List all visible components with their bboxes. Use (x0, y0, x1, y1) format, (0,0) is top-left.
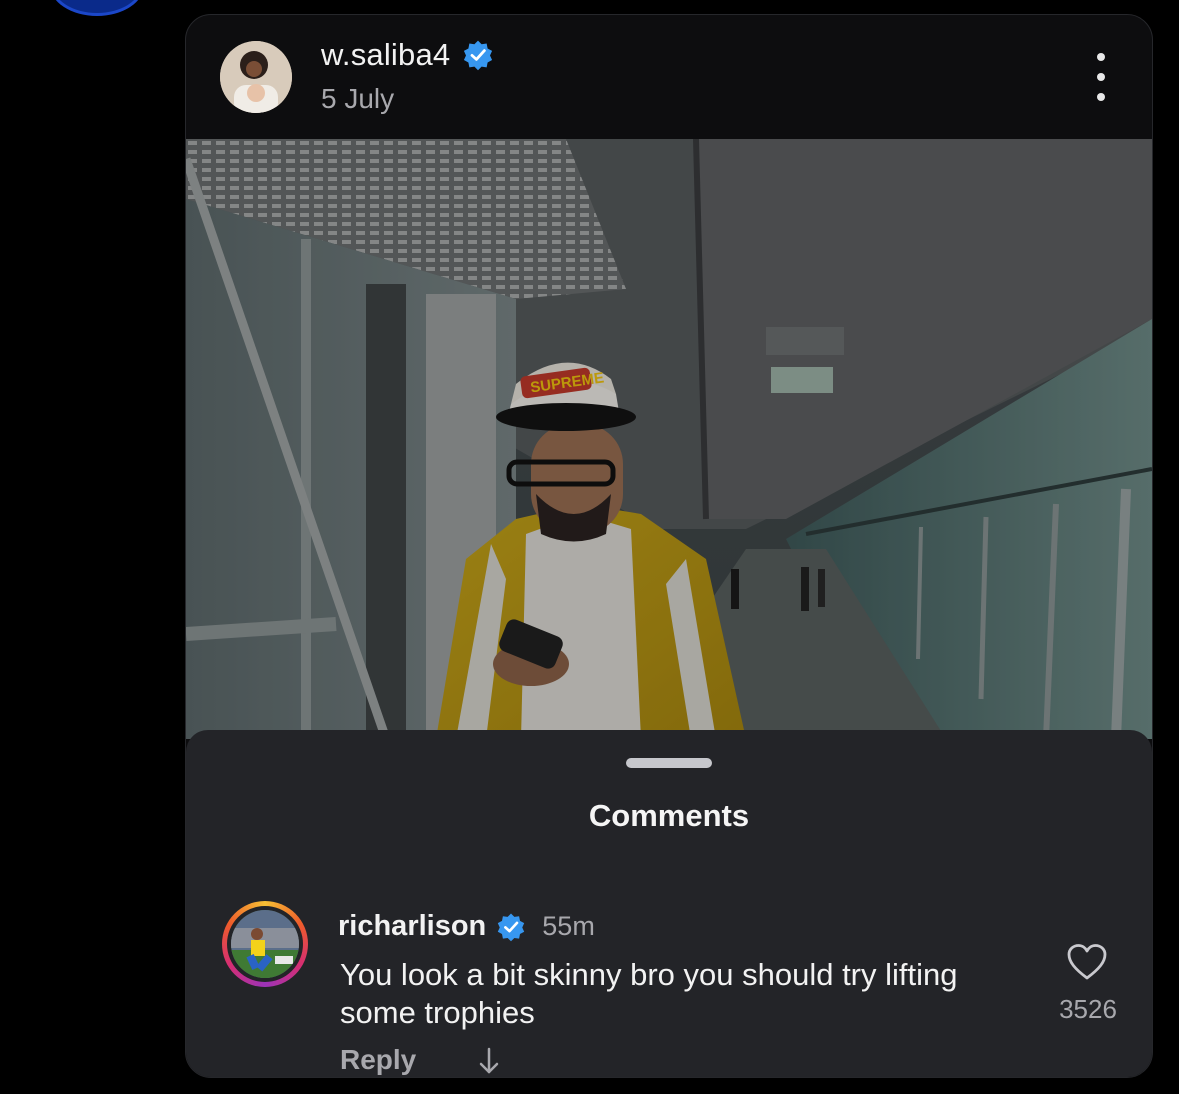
comments-sheet: Comments richarlison 55m You look a bit … (186, 730, 1152, 1077)
commenter-username[interactable]: richarlison (338, 910, 486, 943)
arrow-down-icon[interactable] (476, 1046, 502, 1076)
screen: w.saliba4 5 July Comments richarlison 55… (0, 0, 1179, 1094)
verified-badge-icon (498, 913, 525, 941)
comments-title: Comments (588, 798, 750, 833)
heart-outline-icon[interactable] (1066, 943, 1108, 981)
post-author-avatar[interactable] (220, 41, 292, 113)
post-author-row: w.saliba4 (321, 37, 494, 73)
more-options-button[interactable] (1086, 53, 1116, 101)
more-vertical-icon-dot (1097, 73, 1105, 81)
verified-badge-icon (464, 40, 493, 71)
sheet-drag-handle[interactable] (626, 758, 712, 768)
commenter-avatar-story-ring[interactable] (222, 901, 308, 987)
comment-header: richarlison 55m (338, 910, 595, 943)
comment-text: You look a bit skinny bro you should try… (340, 957, 958, 1030)
partial-avatar[interactable] (50, 0, 144, 16)
post-username[interactable]: w.saliba4 (321, 37, 450, 73)
comment-timestamp: 55m (542, 911, 595, 941)
more-vertical-icon-dot (1097, 93, 1105, 101)
post-header: w.saliba4 5 July (186, 15, 1152, 139)
commenter-avatar (231, 910, 299, 978)
post-photo[interactable]: SUPREME (186, 139, 1152, 739)
airport-walkway-photo: SUPREME (186, 139, 1152, 739)
post-date: 5 July (321, 83, 395, 114)
reply-button[interactable]: Reply (340, 1044, 416, 1076)
more-vertical-icon-dot (1097, 53, 1105, 61)
like-count: 3526 (1059, 994, 1117, 1024)
post-card: w.saliba4 5 July Comments richarlison 55… (185, 14, 1153, 1078)
